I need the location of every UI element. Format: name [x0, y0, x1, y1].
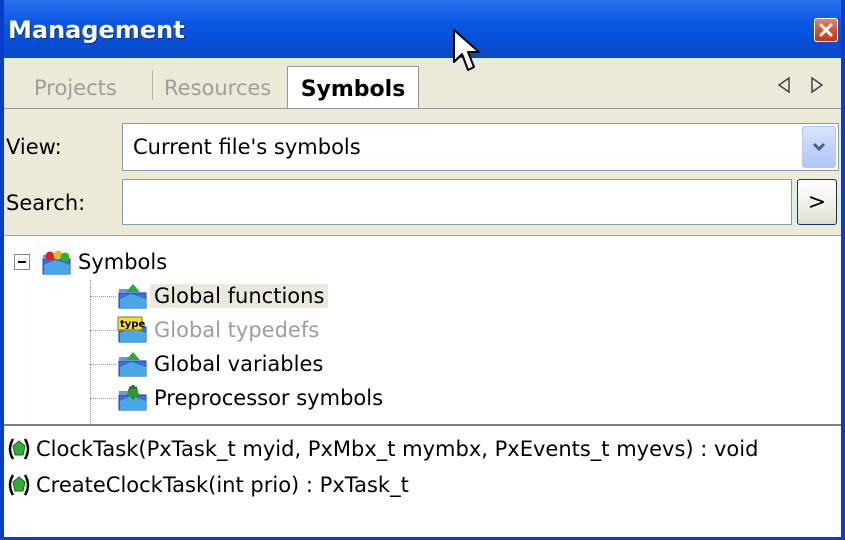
tree-item-label: Global functions [150, 284, 329, 308]
symbol-members-list[interactable]: ClockTask(PxTask_t myid, PxMbx_t mymbx, … [4, 424, 841, 533]
view-dropdown[interactable]: Current file's symbols [122, 123, 839, 171]
triangle-left-icon [777, 76, 790, 94]
tab-separator [152, 70, 153, 100]
tree-connector [90, 364, 116, 365]
tree-item-label: Global variables [154, 352, 324, 376]
typedef-icon: type [117, 316, 147, 343]
search-label: Search: [6, 191, 86, 215]
tree-item-global-variables[interactable]: Global variables [116, 348, 327, 380]
tree-connector [90, 296, 116, 297]
view-dropdown-value: Current file's symbols [133, 135, 361, 159]
tree-connector [90, 280, 91, 430]
close-icon [819, 23, 833, 37]
tree-item-label: Global typedefs [154, 318, 320, 342]
tab-resources[interactable]: Resources [164, 72, 271, 108]
svg-text:type: type [120, 319, 145, 330]
tree-item-global-typedefs[interactable]: type Global typedefs [116, 314, 323, 346]
list-item[interactable]: ClockTask(PxTask_t myid, PxMbx_t mymbx, … [6, 432, 758, 466]
search-go-button[interactable]: > [797, 179, 837, 225]
tab-symbols[interactable]: Symbols [287, 66, 419, 109]
tree-connector [90, 330, 116, 331]
search-input[interactable] [122, 179, 792, 225]
tab-strip: Projects Resources Symbols [4, 58, 841, 109]
title-bar[interactable]: Management [4, 0, 841, 58]
window-title: Management [8, 16, 185, 44]
tree-item-preprocessor-symbols[interactable]: Preprocessor symbols [116, 382, 387, 414]
function-icon [8, 438, 30, 460]
folder-preprocessor-icon [118, 385, 147, 411]
triangle-right-icon [811, 76, 824, 94]
view-dropdown-button[interactable] [802, 126, 836, 168]
collapse-toggle[interactable] [14, 254, 30, 270]
symbols-panel: View: Current file's symbols Search: > S… [4, 108, 841, 537]
view-label: View: [6, 135, 62, 159]
tree-item-symbols[interactable]: Symbols [40, 246, 171, 278]
function-icon [8, 474, 30, 496]
tree-connector [90, 398, 116, 399]
close-button[interactable] [814, 18, 838, 42]
tab-projects[interactable]: Projects [34, 72, 117, 108]
tab-scroll-right-button[interactable] [810, 76, 824, 98]
member-label: ClockTask(PxTask_t myid, PxMbx_t mymbx, … [36, 437, 759, 461]
member-label: CreateClockTask(int prio) : PxTask_t [36, 473, 409, 497]
tree-item-label: Symbols [78, 250, 168, 274]
management-window: Management Projects Resources Symbols Vi… [0, 0, 845, 540]
chevron-down-icon [812, 142, 826, 152]
tree-item-global-functions[interactable]: Global functions [116, 280, 329, 312]
filter-area: View: Current file's symbols Search: > [4, 109, 841, 235]
symbols-folder-icon [42, 250, 71, 275]
folder-variables-icon [118, 352, 147, 377]
tab-scroll-left-button[interactable] [777, 76, 791, 98]
tree-item-label: Preprocessor symbols [154, 386, 384, 410]
list-item[interactable]: CreateClockTask(int prio) : PxTask_t [6, 468, 409, 502]
mouse-cursor-icon [453, 29, 480, 71]
folder-functions-icon [118, 284, 147, 309]
